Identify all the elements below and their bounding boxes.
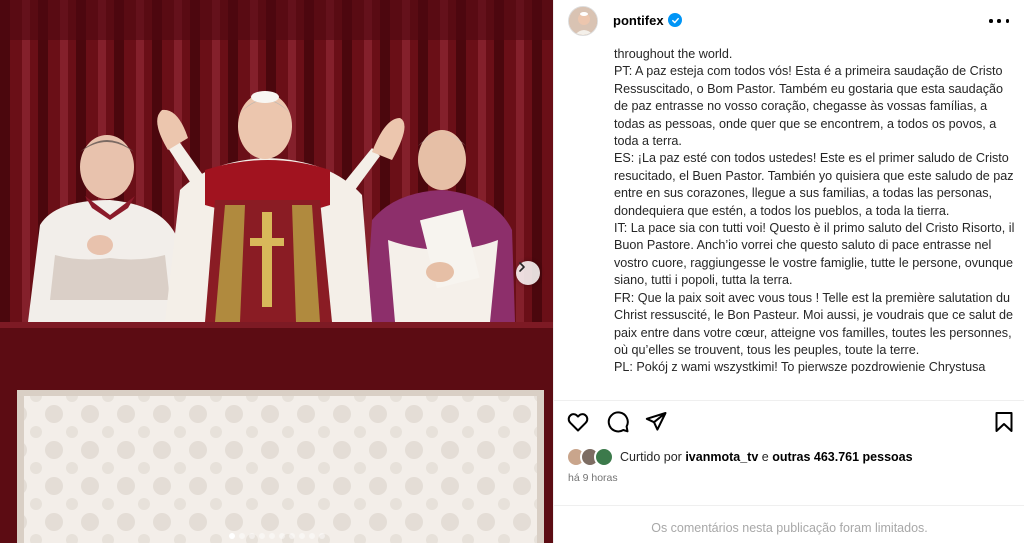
caption-line: PT: A paz esteja com todos vós! Esta é a…: [614, 64, 1003, 149]
carousel-indicator: [0, 533, 553, 539]
caption-line: ES: ¡La paz esté con todos ustedes! Este…: [614, 151, 1014, 218]
post-username[interactable]: pontifex: [613, 13, 664, 28]
liker-username[interactable]: ivanmota_tv: [685, 450, 758, 464]
more-horizontal-icon: [989, 19, 993, 23]
comment-icon: [607, 411, 629, 433]
more-dot: [997, 19, 1001, 23]
likes-connector: e: [761, 450, 769, 464]
caption-line: throughout the world.: [614, 47, 733, 61]
more-dot: [1005, 19, 1009, 23]
carousel-dot: [308, 533, 315, 539]
post-actions: [554, 400, 1024, 440]
chevron-right-icon: [519, 262, 525, 272]
carousel-dot: [228, 533, 235, 539]
avatar-image: [569, 7, 597, 35]
carousel-dot: [288, 533, 295, 539]
send-icon: [645, 412, 667, 431]
likes-prefix: Curtido por: [620, 450, 682, 464]
likes-count[interactable]: outras 463.761 pessoas: [772, 450, 912, 464]
post-timestamp[interactable]: há 9 horas: [568, 472, 618, 484]
bookmark-icon: [995, 412, 1013, 432]
share-button[interactable]: [644, 410, 668, 434]
likes-summary: Curtido por ivanmota_tv e outras 463.761…: [566, 447, 1016, 469]
carousel-dot: [298, 533, 305, 539]
liker-avatar: [594, 447, 614, 467]
caption-line: IT: La pace sia con tutti voi! Questo è …: [614, 221, 1015, 288]
caption-line: FR: Que la paix soit avec vous tous ! Te…: [614, 290, 1013, 357]
likes-text: Curtido por ivanmota_tv e outras 463.761…: [620, 450, 913, 464]
like-button[interactable]: [566, 410, 590, 434]
verified-badge-icon: [668, 13, 682, 27]
carousel-dot: [258, 533, 265, 539]
post-header: pontifex: [554, 0, 1024, 43]
photo-illustration: [0, 0, 553, 543]
carousel-dot: [268, 533, 275, 539]
more-options-button[interactable]: [989, 14, 1009, 28]
post-side-panel: pontifex throughout the world. PT: A paz…: [553, 0, 1024, 543]
caption-line: PL: Pokój z wami wszystkimi! To pierwsze…: [614, 360, 986, 375]
carousel-dot: [248, 533, 255, 539]
carousel-dot: [238, 533, 245, 539]
avatar[interactable]: [568, 6, 598, 36]
save-button[interactable]: [992, 410, 1016, 434]
comment-button[interactable]: [606, 410, 630, 434]
carousel-next-button[interactable]: [516, 261, 540, 285]
heart-icon: [567, 413, 589, 432]
carousel-dot: [318, 533, 325, 539]
post-photo[interactable]: [0, 0, 553, 543]
carousel-dot: [278, 533, 285, 539]
comments-limited-notice: Os comentários nesta publicação foram li…: [554, 505, 1024, 543]
post-caption: throughout the world. PT: A paz esteja c…: [614, 46, 1016, 392]
